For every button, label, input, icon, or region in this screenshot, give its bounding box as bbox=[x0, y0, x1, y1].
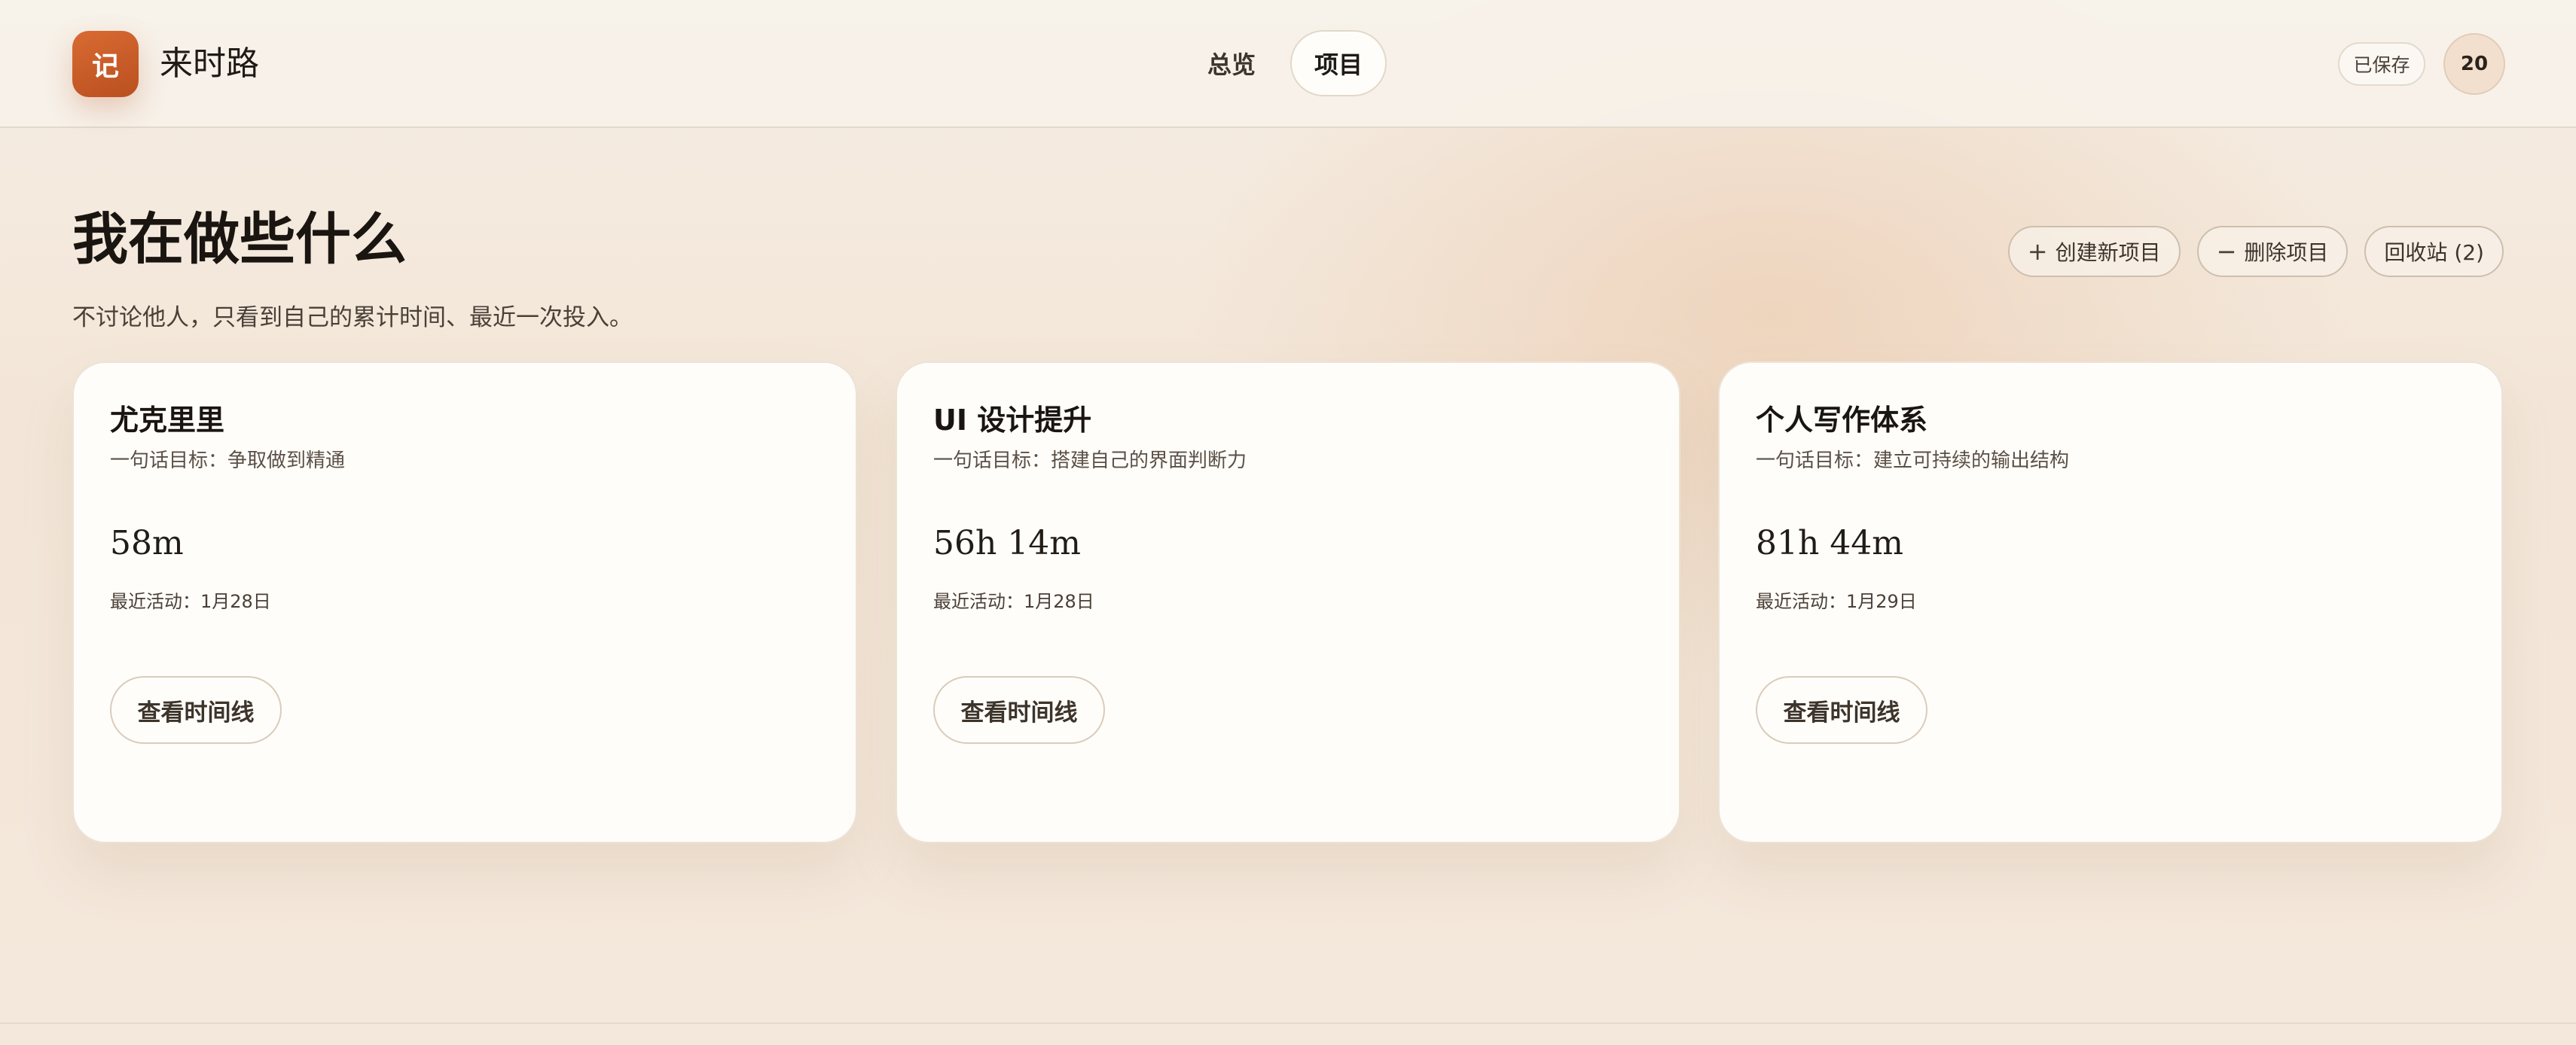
avatar[interactable]: 20 bbox=[2443, 33, 2505, 95]
project-goal: 一句话目标：搭建自己的界面判断力 bbox=[933, 449, 1247, 472]
tab-projects[interactable]: 项目 bbox=[1290, 30, 1387, 96]
project-card: 尤克里里 一句话目标：争取做到精通 58m 最近活动：1月28日 查看时间线 bbox=[72, 361, 857, 843]
project-total-time: 56h 14m bbox=[933, 524, 1082, 562]
create-project-label: 创建新项目 bbox=[2055, 240, 2161, 265]
project-card: UI 设计提升 一句话目标：搭建自己的界面判断力 56h 14m 最近活动：1月… bbox=[896, 361, 1680, 843]
view-timeline-button[interactable]: 查看时间线 bbox=[1756, 676, 1927, 744]
create-project-button[interactable]: + 创建新项目 bbox=[2007, 226, 2181, 277]
project-title: 个人写作体系 bbox=[1756, 404, 1928, 437]
delete-project-button[interactable]: − 删除项目 bbox=[2196, 226, 2349, 277]
project-total-time: 58m bbox=[110, 524, 184, 562]
delete-project-label: 删除项目 bbox=[2244, 240, 2329, 265]
page-subtitle: 不讨论他人，只看到自己的累计时间、最近一次投入。 bbox=[72, 304, 633, 331]
project-last-activity: 最近活动：1月28日 bbox=[933, 591, 1094, 612]
minus-icon: − bbox=[2216, 237, 2237, 266]
top-bar: 记 来时路 总览 项目 已保存 20 bbox=[0, 0, 2576, 128]
project-total-time: 81h 44m bbox=[1756, 524, 1904, 562]
project-actions: + 创建新项目 − 删除项目 回收站 (2) bbox=[2007, 226, 2504, 277]
project-last-activity: 最近活动：1月29日 bbox=[1756, 591, 1917, 612]
main-nav: 总览 项目 bbox=[1185, 30, 1387, 96]
trash-button[interactable]: 回收站 (2) bbox=[2364, 226, 2504, 277]
view-timeline-button[interactable]: 查看时间线 bbox=[933, 676, 1105, 744]
page-title: 我在做些什么 bbox=[72, 207, 407, 272]
project-card: 个人写作体系 一句话目标：建立可持续的输出结构 81h 44m 最近活动：1月2… bbox=[1718, 361, 2503, 843]
footer-divider bbox=[0, 1022, 2576, 1024]
app-logo-icon[interactable]: 记 bbox=[72, 31, 139, 97]
trash-label: 回收站 (2) bbox=[2384, 240, 2484, 265]
project-title: UI 设计提升 bbox=[933, 404, 1092, 437]
saved-status-badge: 已保存 bbox=[2338, 42, 2425, 86]
tab-overview[interactable]: 总览 bbox=[1185, 30, 1278, 96]
project-title: 尤克里里 bbox=[110, 404, 225, 437]
project-last-activity: 最近活动：1月28日 bbox=[110, 591, 271, 612]
project-goal: 一句话目标：建立可持续的输出结构 bbox=[1756, 449, 2070, 472]
project-goal: 一句话目标：争取做到精通 bbox=[110, 449, 346, 472]
app-name: 来时路 bbox=[160, 44, 259, 83]
plus-icon: + bbox=[2027, 237, 2048, 266]
view-timeline-button[interactable]: 查看时间线 bbox=[110, 676, 282, 744]
